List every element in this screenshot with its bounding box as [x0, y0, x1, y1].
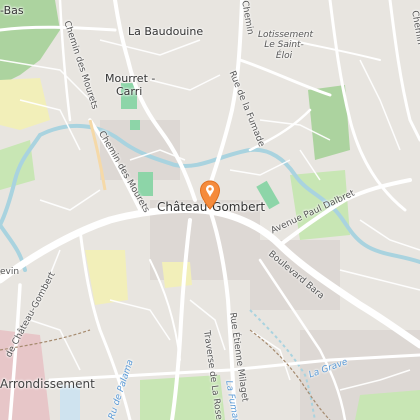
place-label-levin: evin [0, 267, 20, 277]
sports-field-4 [130, 120, 140, 130]
map-pin-shape [199, 180, 221, 210]
place-label-mourret-line1: Mourret - [105, 72, 156, 85]
map-view[interactable]: Château-Gombert La Baudouine Mourret - C… [0, 0, 420, 420]
place-label-lotissement: Lotissement Le Saint- Éloi [258, 30, 314, 61]
map-pin-icon[interactable] [199, 180, 221, 210]
district-label-arrondissement: Arrondissement [0, 377, 95, 391]
lotissement-line1: Lotissement [258, 30, 314, 40]
lotissement-line3: Éloi [275, 50, 293, 61]
place-label-la-baudouine: La Baudouine [128, 25, 204, 38]
place-label-mourret-line2: Carri [116, 85, 143, 98]
industrial-area-center [162, 262, 192, 288]
lotissement-line2: Le Saint- [264, 40, 304, 51]
place-label-bas: -Bas [0, 4, 24, 17]
